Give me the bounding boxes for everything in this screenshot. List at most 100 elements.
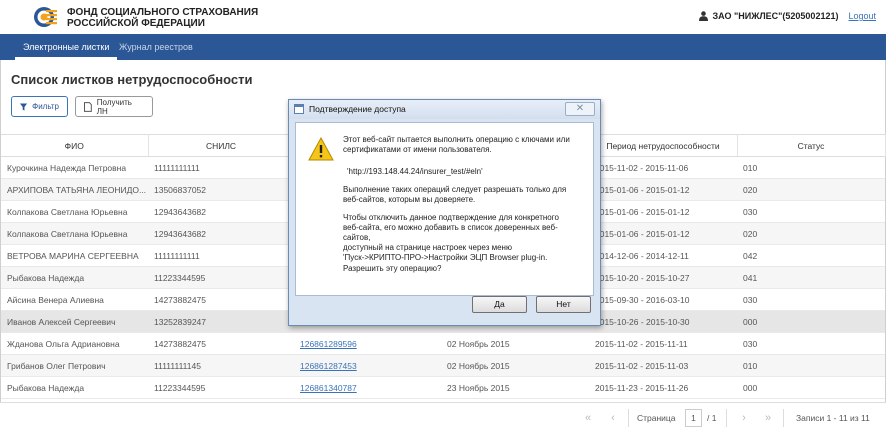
org-name-line2: РОССИЙСКОЙ ФЕДЕРАЦИИ [67,18,205,29]
cell-date: 02 Ноябрь 2015 [441,332,589,355]
dialog-line: Чтобы отключить данное подтверждение для… [343,213,559,222]
page-title: Список листков нетрудоспособности [11,72,253,87]
user-area: ЗАО "НИЖЛЕС"(5205002121) Logout [699,11,876,21]
col-header-period[interactable]: Период нетрудоспособности [589,134,738,157]
pagination-bar: « ‹ Страница 1 / 1 › » Записи 1 - 11 из … [0,402,886,432]
ln-number-link[interactable]: 126861287453 [300,361,357,371]
dialog-message-3: Чтобы отключить данное подтверждение для… [343,213,583,263]
dialog-line: доступный на странице настроек через мен… [343,243,512,252]
last-page-icon[interactable]: » [758,410,778,426]
dialog-line: веб-сайта, его можно добавить в список д… [343,223,558,242]
fss-logo-icon [34,7,57,27]
table-row[interactable]: Жданова Ольга Адриановна 14273882475 12686… [1,332,885,355]
table-row[interactable]: Грибанов Олег Петрович 11111111145 1268612… [1,354,885,377]
cell-period: 2015-11-02 - 2015-11-03 [589,354,737,377]
cell-fio: Рыбакова Надежда [1,266,148,289]
cell-snils: 14273882475 [148,332,294,355]
cell-fio: Грибанов Олег Петрович [1,354,148,377]
get-ln-button[interactable]: Получить ЛН [75,96,153,117]
cell-snils: 11111111145 [148,354,294,377]
next-page-icon[interactable]: › [734,410,754,426]
logout-link[interactable]: Logout [848,11,876,21]
dialog-buttons: Да Нет [295,296,594,325]
main-navbar: Электронные листки Журнал реестров [0,34,886,60]
col-header-status[interactable]: Статус [737,134,886,157]
cell-snils: 14273882475 [148,288,294,311]
cell-snils: 12943643682 [148,200,294,223]
first-page-icon[interactable]: « [578,410,598,426]
cell-snils: 12943643682 [148,222,294,245]
cell-date: 02 Ноябрь 2015 [441,354,589,377]
cell-fio: АРХИПОВА ТАТЬЯНА ЛЕОНИДО... [1,178,148,201]
dialog-url: 'http://193.148.44.24/insurer_test/#eln' [347,167,483,176]
document-icon [84,101,92,112]
dialog-line: 'Пуск->КРИПТО-ПРО->Настройки ЭЦП Browser… [343,253,548,262]
filter-button-label: Фильтр [32,102,59,111]
cell-snils: 11223344595 [148,376,294,399]
dialog-line: веб-сайтов, которым вы доверяете. [343,195,476,204]
cell-status: 000 [737,310,885,333]
cell-snils: 11111111111 [148,244,294,267]
yes-button[interactable]: Да [472,296,527,313]
dialog-titlebar[interactable]: Подтверждение доступа ✕ [289,100,600,119]
dialog-line: сертификатами от имени пользователя. [343,145,492,154]
pagination-separator [783,409,784,427]
cell-period: 2015-01-06 - 2015-01-12 [589,178,737,201]
filter-icon [20,102,28,111]
cell-period: 2015-10-26 - 2015-10-30 [589,310,737,333]
cell-status: 042 [737,244,885,267]
tab-registry-journal[interactable]: Журнал реестров [111,34,201,60]
window-icon [294,104,304,114]
cell-snils: 13252839247 [148,310,294,333]
cell-period: 2015-11-23 - 2015-11-26 [589,376,737,399]
filter-button[interactable]: Фильтр [11,96,68,117]
org-name: ФОНД СОЦИАЛЬНОГО СТРАХОВАНИЯ РОССИЙСКОЙ … [67,7,287,29]
table-row[interactable]: Рыбакова Надежда 11223344595 126861340787 2… [1,376,885,399]
dialog-question: Разрешить эту операцию? [343,264,442,273]
dialog-message-1: Этот веб-сайт пытается выполнить операци… [343,135,583,155]
page-number-input[interactable]: 1 [685,409,702,427]
ln-number-link[interactable]: 126861289596 [300,339,357,349]
cell-period: 2015-11-02 - 2015-11-06 [589,156,737,179]
cell-fio: Рыбакова Надежда [1,376,148,399]
cell-status: 010 [737,354,885,377]
cell-fio: Курочкина Надежда Петровна [1,156,148,179]
site-header: ФОНД СОЦИАЛЬНОГО СТРАХОВАНИЯ РОССИЙСКОЙ … [0,0,886,34]
dialog-line: Выполнение таких операций следует разреш… [343,185,567,194]
cell-status: 041 [737,266,885,289]
get-ln-button-label: Получить ЛН [96,97,132,116]
prev-page-icon[interactable]: ‹ [603,410,623,426]
pagination-separator [628,409,629,427]
cell-status: 000 [737,376,885,399]
cell-status: 030 [737,332,885,355]
cell-period: 2014-12-06 - 2014-12-11 [589,244,737,267]
dialog-message-2: Выполнение таких операций следует разреш… [343,185,583,205]
col-header-fio[interactable]: ФИО [1,134,149,157]
org-name-line1: ФОНД СОЦИАЛЬНОГО СТРАХОВАНИЯ [67,7,259,18]
cell-ln-number: 126861287453 [294,354,441,377]
cell-fio: Колпакова Светлана Юрьевна [1,200,148,223]
cell-period: 2015-09-30 - 2016-03-10 [589,288,737,311]
no-button[interactable]: Нет [536,296,591,313]
col-header-snils[interactable]: СНИЛС [148,134,295,157]
cell-fio: Айсина Венера Алиевна [1,288,148,311]
tab-electronic-sheets[interactable]: Электронные листки [15,34,118,60]
cell-period: 2015-01-06 - 2015-01-12 [589,200,737,223]
pagination-separator [726,409,727,427]
dialog-title: Подтверждение доступа [309,104,406,114]
dialog-line: Этот веб-сайт пытается выполнить операци… [343,135,570,144]
user-icon [699,11,709,21]
cell-fio: ВЕТРОВА МАРИНА СЕРГЕЕВНА [1,244,148,267]
cell-fio: Жданова Ольга Адриановна [1,332,148,355]
cell-status: 020 [737,222,885,245]
close-icon[interactable]: ✕ [565,102,595,116]
page-total: / 1 [707,413,717,423]
cell-status: 010 [737,156,885,179]
cell-fio: Колпакова Светлана Юрьевна [1,222,148,245]
page-label: Страница [637,413,676,423]
access-confirm-dialog: Подтверждение доступа ✕ Этот веб-сайт пы… [288,99,601,326]
dialog-body: Этот веб-сайт пытается выполнить операци… [295,122,594,296]
ln-number-link[interactable]: 126861340787 [300,383,357,393]
cell-date: 23 Ноябрь 2015 [441,376,589,399]
cell-period: 2015-11-02 - 2015-11-11 [589,332,737,355]
